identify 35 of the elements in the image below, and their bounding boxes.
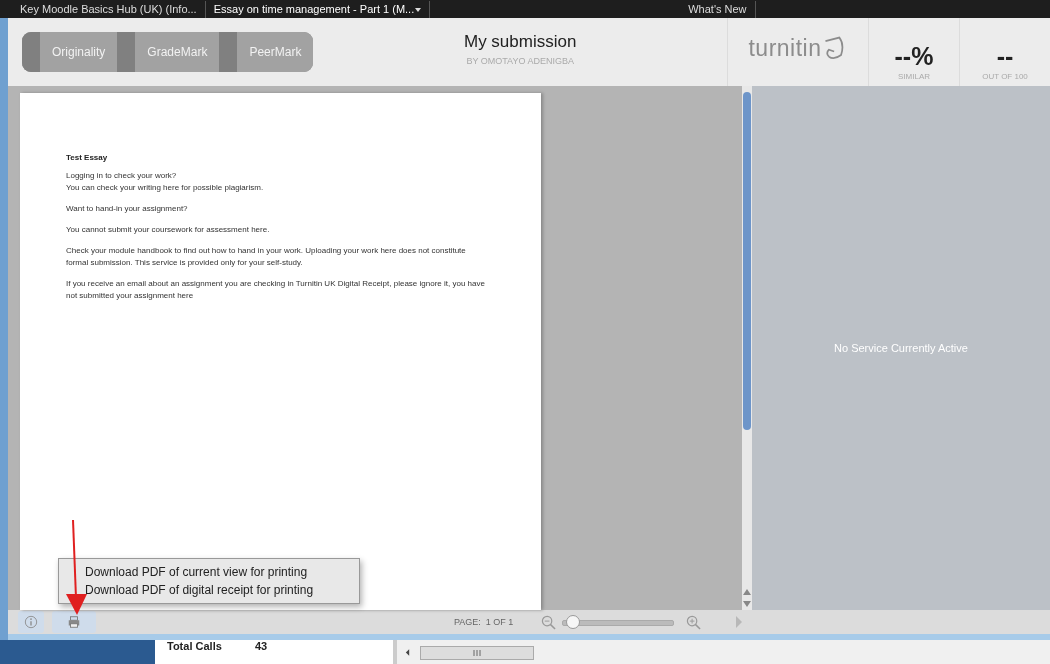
zoom-in-icon[interactable]: [686, 614, 702, 630]
stat-value: 43: [255, 640, 268, 652]
info-icon: [24, 615, 38, 629]
info-button[interactable]: [18, 611, 44, 633]
document-paragraph: Want to hand-in your assignment?: [66, 203, 189, 215]
slider-thumb[interactable]: [565, 615, 580, 629]
scroll-down-icon[interactable]: [743, 601, 751, 607]
menu-item[interactable]: Download PDF of current view for printing: [59, 565, 359, 583]
caret-icon[interactable]: [415, 7, 422, 12]
score-caption: SIMILAR: [898, 72, 930, 81]
scroll-left-icon[interactable]: [405, 649, 410, 656]
page-label: PAGE:: [454, 617, 481, 627]
page-number: 1 OF 1: [485, 617, 514, 627]
author-name: BY OMOTAYO ADENIGBA: [466, 56, 574, 66]
status-message: No Service Currently Active: [834, 342, 968, 354]
expand-arrow-icon[interactable]: [735, 615, 744, 629]
scroll-thumb[interactable]: [420, 646, 534, 660]
score-value: --%: [894, 43, 934, 69]
horizontal-scrollbar[interactable]: [397, 640, 1050, 664]
logo-text: turnitin: [748, 34, 822, 62]
zoom-out-icon[interactable]: [541, 614, 557, 630]
document-paragraph: You cannot submit your coursework for assessment here.: [66, 224, 271, 236]
stat-label: Total Calls: [167, 640, 223, 652]
document-paragraph: Check your module handbook to find out how to hand in your work. Uploading your work here does not constitute formal submission. This service is provided only for your self-study.: [66, 245, 467, 269]
document-heading: Test Essay: [66, 153, 109, 162]
score-value: --: [996, 43, 1014, 69]
menu-item[interactable]: Download PDF of digital receipt for printing: [59, 583, 359, 601]
submission-title: My submission: [464, 32, 577, 52]
scroll-up-icon[interactable]: [743, 589, 751, 595]
scrollbar[interactable]: [742, 86, 752, 610]
printer-icon: [67, 615, 81, 629]
document-paragraph: If you receive an email about an assignment you are checking in Turnitin UK Digital Receipt, please ignore it, you have not submitted your assignment here: [66, 278, 486, 302]
document-paragraph: Logging in to check your work? You can check your writing here for possible plagiarism.: [66, 170, 265, 194]
zoom-slider[interactable]: [562, 615, 675, 629]
print-button[interactable]: [52, 611, 96, 633]
